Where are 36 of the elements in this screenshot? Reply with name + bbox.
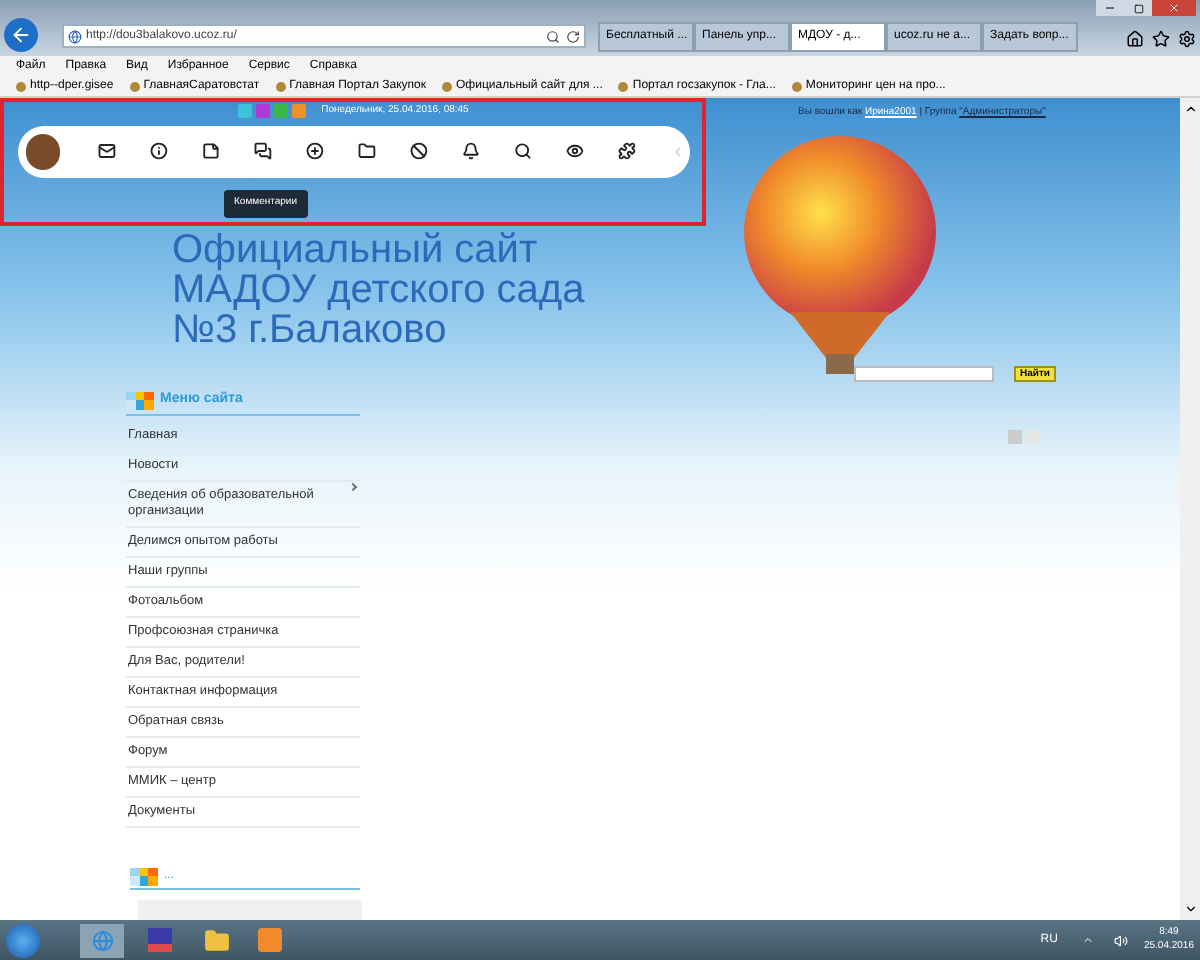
minimize-icon — [1104, 2, 1116, 14]
globe-icon — [91, 929, 113, 951]
maximize-button[interactable] — [1124, 0, 1152, 16]
globe-icon — [68, 29, 82, 43]
scroll-up-icon[interactable] — [1183, 102, 1197, 116]
chat-icon[interactable] — [254, 142, 273, 160]
logo-icon — [130, 867, 158, 885]
start-button[interactable] — [6, 923, 40, 957]
search-field[interactable] — [854, 366, 994, 382]
logo-icon — [126, 391, 154, 410]
site-title: МАДОУ детского сада — [172, 270, 587, 310]
favorites-icon[interactable] — [1152, 30, 1170, 48]
submenu-arrow-icon — [348, 481, 358, 491]
search-icon[interactable] — [513, 142, 532, 160]
note-icon[interactable] — [202, 142, 221, 160]
mail-icon[interactable] — [98, 142, 117, 160]
settings-icon[interactable] — [1178, 30, 1196, 48]
eye-icon[interactable] — [565, 142, 584, 160]
puzzle-icon[interactable] — [617, 142, 635, 160]
minimize-button[interactable] — [1096, 0, 1124, 16]
maximize-icon — [1133, 3, 1143, 13]
volume-icon[interactable] — [1113, 933, 1128, 947]
folder-icon — [204, 927, 230, 953]
site-title: №3 г.Балаково — [172, 310, 447, 350]
scroll-down-icon[interactable] — [1183, 902, 1197, 916]
folder-taskbar-icon[interactable] — [204, 927, 230, 953]
search-icon — [546, 29, 560, 43]
info-icon[interactable] — [150, 142, 169, 160]
bell-icon[interactable] — [461, 142, 480, 160]
site-title: Официальный сайт — [172, 230, 540, 270]
plus-icon[interactable] — [306, 142, 324, 160]
back-arrow-icon — [10, 24, 32, 46]
ban-icon[interactable] — [409, 142, 428, 160]
close-icon — [1168, 2, 1180, 14]
folder-icon[interactable] — [357, 142, 376, 160]
back-button[interactable] — [4, 18, 38, 52]
